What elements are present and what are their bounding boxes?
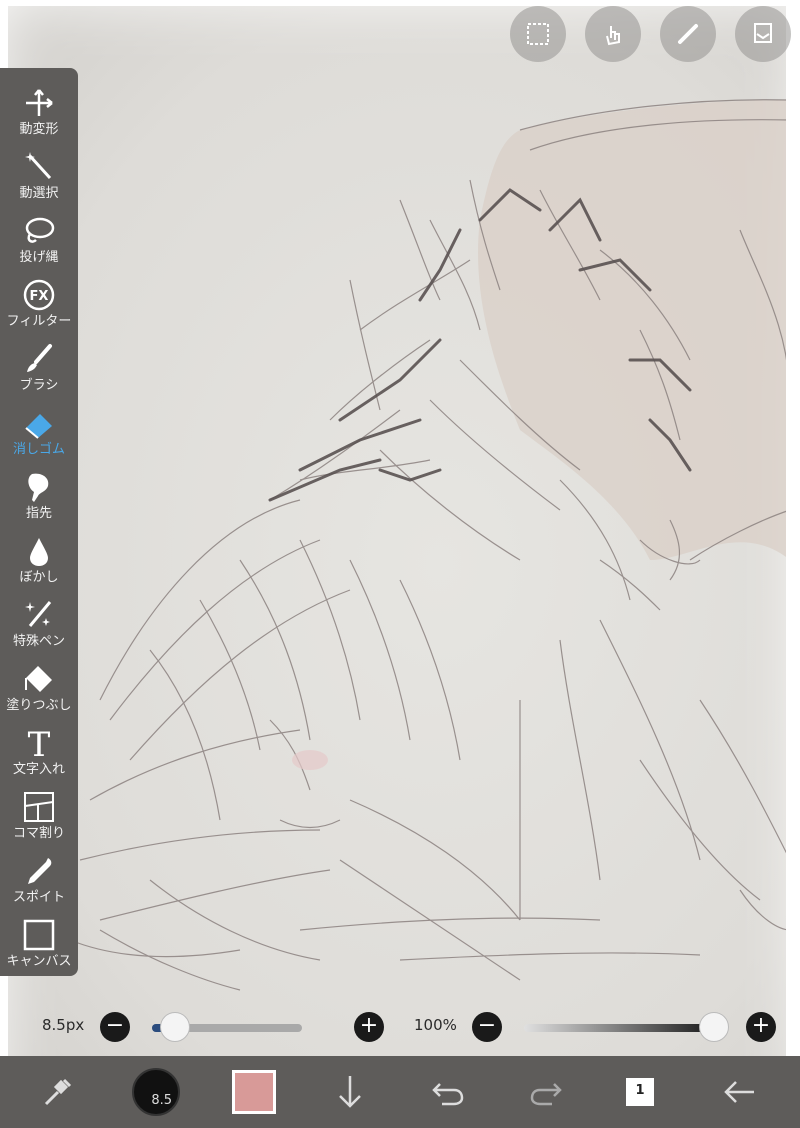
tool-finger[interactable]: 指先: [0, 458, 78, 522]
tool-label: ぼかし: [19, 570, 59, 585]
tool-label: フィルター: [6, 314, 72, 329]
bottom-toolbar: 8.5 1: [0, 1056, 800, 1128]
transform-icon: [44, 1078, 72, 1106]
selection-button[interactable]: [510, 6, 566, 62]
eraser-icon: [25, 414, 52, 439]
touch-icon: [606, 26, 620, 46]
tool-canvas[interactable]: キャンバス: [0, 906, 78, 970]
brush-size-badge: 8.5: [132, 1068, 180, 1116]
brush-size-plus-button[interactable]: +: [354, 1012, 384, 1042]
layer-panel-icon: [754, 23, 772, 43]
finger-smudge-icon: [28, 473, 49, 502]
tool-text[interactable]: T 文字入れ: [0, 714, 78, 778]
brush-settings-row: 8.5px − + 100% − +: [0, 1008, 800, 1048]
svg-text:T: T: [28, 726, 51, 760]
tool-label: コマ割り: [12, 826, 65, 841]
opacity-plus-button[interactable]: +: [746, 1012, 776, 1042]
opacity-track[interactable]: [524, 1024, 714, 1032]
color-button[interactable]: [226, 1064, 282, 1120]
lasso-icon: [25, 217, 55, 243]
opacity-value: 100%: [414, 1016, 457, 1034]
sketch-artwork[interactable]: [0, 0, 800, 1128]
move-transform-icon: [26, 89, 53, 116]
redo-icon: [530, 1083, 562, 1106]
transform-menu-button[interactable]: [30, 1064, 86, 1120]
brush-size-minus-button[interactable]: −: [100, 1012, 130, 1042]
tool-label: 塗りつぶし: [6, 698, 72, 713]
tool-eyedropper[interactable]: スポイト: [0, 842, 78, 906]
ruler-icon: [678, 24, 698, 44]
layers-button[interactable]: 1: [612, 1064, 668, 1120]
layer-number: 1: [626, 1078, 654, 1106]
tool-label: キャンバス: [6, 954, 72, 969]
undo-button[interactable]: [420, 1064, 476, 1120]
canvas-icon: [23, 919, 55, 951]
back-button[interactable]: [712, 1064, 768, 1120]
opacity-minus-button[interactable]: −: [472, 1012, 502, 1042]
current-color-swatch: [232, 1070, 276, 1114]
brush-icon: [27, 344, 52, 372]
tool-brush[interactable]: ブラシ: [0, 330, 78, 394]
arrow-down-icon: [339, 1076, 361, 1108]
tool-blur[interactable]: ぼかし: [0, 522, 78, 586]
tool-eraser[interactable]: 消しゴム: [0, 394, 78, 458]
text-icon: T: [28, 726, 51, 760]
tool-fill[interactable]: 塗りつぶし: [0, 650, 78, 714]
tool-label: 消しゴム: [12, 442, 65, 457]
special-pen-icon: [25, 601, 52, 627]
tool-filter[interactable]: FX フィルター: [0, 266, 78, 330]
opacity-knob[interactable]: [699, 1012, 729, 1042]
layer-panel-button[interactable]: [735, 6, 791, 62]
frame-border-right: [786, 0, 800, 1128]
fill-bucket-icon: [25, 666, 52, 692]
fx-icon: FX: [23, 279, 55, 311]
frame-border-top: [0, 0, 800, 6]
blur-drop-icon: [30, 538, 48, 566]
tool-label: 指先: [25, 506, 52, 521]
ruler-button[interactable]: [660, 6, 716, 62]
tool-label: 動変形: [19, 122, 59, 137]
tool-bar: 動変形 動選択 投げ縄 FX フィルター ブラシ 消しゴム 指先 ぼかし 特殊ペ…: [0, 68, 78, 976]
tool-label: 文字入れ: [12, 762, 65, 777]
brush-size-value: 8.5px: [42, 1016, 85, 1034]
tool-label: 動選択: [19, 186, 59, 201]
eyedropper-icon: [28, 858, 52, 884]
touch-button[interactable]: [585, 6, 641, 62]
brush-size-knob[interactable]: [159, 1012, 190, 1042]
download-button[interactable]: [322, 1064, 378, 1120]
tool-magic-wand[interactable]: 動選択: [0, 138, 78, 202]
redo-button[interactable]: [518, 1064, 574, 1120]
tool-label: 投げ縄: [19, 250, 59, 265]
tool-special-pen[interactable]: 特殊ペン: [0, 586, 78, 650]
tool-label: ブラシ: [19, 378, 59, 393]
tool-label: 特殊ペン: [12, 634, 65, 649]
canvas-area[interactable]: [0, 0, 800, 1128]
selection-icon: [527, 23, 549, 45]
frame-divider-icon: [24, 792, 54, 822]
magic-wand-icon: [25, 152, 52, 180]
brush-size-button[interactable]: 8.5: [128, 1064, 184, 1120]
tool-frame-divider[interactable]: コマ割り: [0, 778, 78, 842]
svg-text:FX: FX: [30, 289, 49, 304]
tool-label: スポイト: [12, 890, 65, 905]
undo-icon: [432, 1083, 464, 1106]
tool-lasso[interactable]: 投げ縄: [0, 202, 78, 266]
arrow-left-icon: [724, 1081, 754, 1103]
tool-move-transform[interactable]: 動変形: [0, 74, 78, 138]
